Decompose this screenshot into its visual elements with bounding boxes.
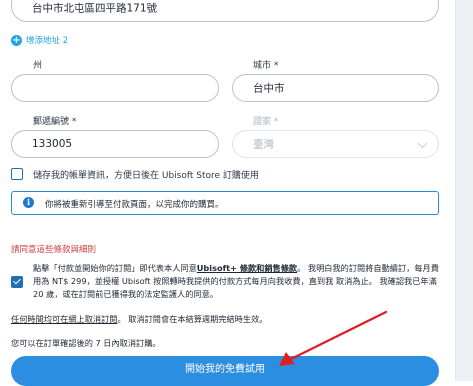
postal-label: 郵遞編號 *: [33, 117, 77, 127]
country-select[interactable]: 臺灣: [232, 130, 439, 158]
add-address2-link[interactable]: + 增添地址 2: [11, 34, 68, 46]
address-line1-value: 台中市北屯區四平路171號: [32, 2, 158, 15]
city-label: 城市 *: [253, 61, 279, 71]
plus-icon: +: [11, 34, 22, 46]
chevron-down-icon: [417, 138, 428, 149]
cancel-info: 任何時間均可在網上取消訂閱。 取消訂閱會在本結算週期完結時生效。: [11, 313, 267, 325]
country-label: 國家 *: [253, 117, 279, 127]
add-address2-label: 增添地址 2: [26, 36, 69, 46]
cancel-info-text: 。 取消訂閱會在本結算週期完結時生效。: [117, 314, 268, 324]
right-side-panel: [455, 0, 473, 381]
agree-terms-checkbox[interactable]: [11, 276, 23, 288]
redirect-notice-text: 你將被重新引導至付款頁面，以完成你的購買。: [45, 200, 224, 210]
cancel-online-link[interactable]: 任何時間均可在網上取消訂閱: [11, 314, 117, 324]
state-field[interactable]: [11, 74, 219, 102]
save-info-label: 儲存我的帳單資訊，方便日後在 Ubisoft Store 訂購使用: [33, 171, 259, 181]
legal-text-part1: 點擊「付款並開始你的訂閱」即代表本人同意: [33, 263, 197, 273]
state-label: 州: [33, 61, 43, 71]
terms-of-sale-link[interactable]: Ubisoft+ 條款和銷售條款: [197, 263, 297, 273]
city-field[interactable]: 台中市: [232, 74, 439, 102]
save-info-checkbox[interactable]: [11, 168, 23, 180]
address-line1-field[interactable]: 台中市北屯區四平路171號: [11, 0, 439, 22]
legal-agreement-text: 點擊「付款並開始你的訂閱」即代表本人同意Ubisoft+ 條款和銷售條款。 我明…: [33, 262, 443, 301]
postal-value: 133005: [32, 138, 73, 150]
terms-required-link[interactable]: 請同意這些條款與細則: [11, 243, 96, 255]
country-value: 臺灣: [253, 138, 274, 151]
start-free-trial-button[interactable]: 開始我的免費試用: [11, 356, 439, 386]
cancel-7days-text: 您可以在訂單確認後的 7 日內取消訂購。: [11, 338, 161, 348]
postal-field[interactable]: 133005: [11, 130, 219, 158]
city-value: 台中市: [253, 82, 285, 95]
redirect-notice: i 你將被重新引導至付款頁面，以完成你的購買。: [11, 191, 439, 215]
info-icon: i: [23, 197, 34, 208]
